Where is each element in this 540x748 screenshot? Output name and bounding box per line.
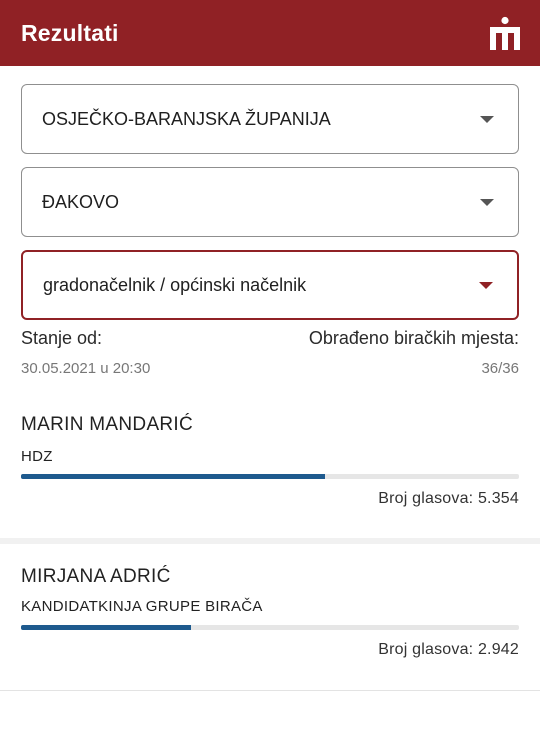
app-bar: Rezultati xyxy=(0,0,540,66)
status-labels: Stanje od: Obrađeno biračkih mjesta: xyxy=(21,328,519,349)
city-select[interactable]: ĐAKOVO xyxy=(21,167,519,237)
dropdown-arrow-icon xyxy=(479,281,493,289)
candidate-card: MIRJANA ADRIĆ KANDIDATKINJA GRUPE BIRAČA… xyxy=(0,544,540,691)
vote-share-bar xyxy=(21,474,519,479)
city-select-value: ĐAKOVO xyxy=(42,191,120,212)
results-content: OSJEČKO-BARANJSKA ŽUPANIJA ĐAKOVO gradon… xyxy=(0,66,540,748)
vote-share-bar xyxy=(21,625,519,630)
processed-value: 36/36 xyxy=(481,360,519,377)
dropdown-arrow-icon xyxy=(480,115,494,123)
vote-count: Broj glasova: 2.942 xyxy=(378,641,519,658)
county-select-value: OSJEČKO-BARANJSKA ŽUPANIJA xyxy=(42,108,331,129)
county-select[interactable]: OSJEČKO-BARANJSKA ŽUPANIJA xyxy=(21,84,519,154)
status-values: 30.05.2021 u 20:30 36/36 xyxy=(21,360,519,377)
office-select[interactable]: gradonačelnik / općinski načelnik xyxy=(21,250,519,320)
vote-count: Broj glasova: 5.354 xyxy=(378,490,519,507)
page-title: Rezultati xyxy=(21,19,119,46)
hrt-logo-icon[interactable] xyxy=(490,16,520,50)
candidate-name: MARIN MANDARIĆ xyxy=(21,414,194,435)
processed-label: Obrađeno biračkih mjesta: xyxy=(308,328,519,348)
vote-share-fill xyxy=(21,474,326,479)
candidate-card: MARIN MANDARIĆ HDZ Broj glasova: 5.354 xyxy=(0,392,540,538)
office-select-value: gradonačelnik / općinski načelnik xyxy=(43,274,307,295)
dropdown-arrow-icon xyxy=(480,198,494,206)
candidate-party: KANDIDATKINJA GRUPE BIRAČA xyxy=(21,598,263,615)
as-of-label: Stanje od: xyxy=(21,328,103,348)
as-of-value: 30.05.2021 u 20:30 xyxy=(21,360,151,377)
candidate-name: MIRJANA ADRIĆ xyxy=(21,566,171,587)
candidate-party: HDZ xyxy=(21,448,53,465)
vote-share-fill xyxy=(21,625,191,630)
